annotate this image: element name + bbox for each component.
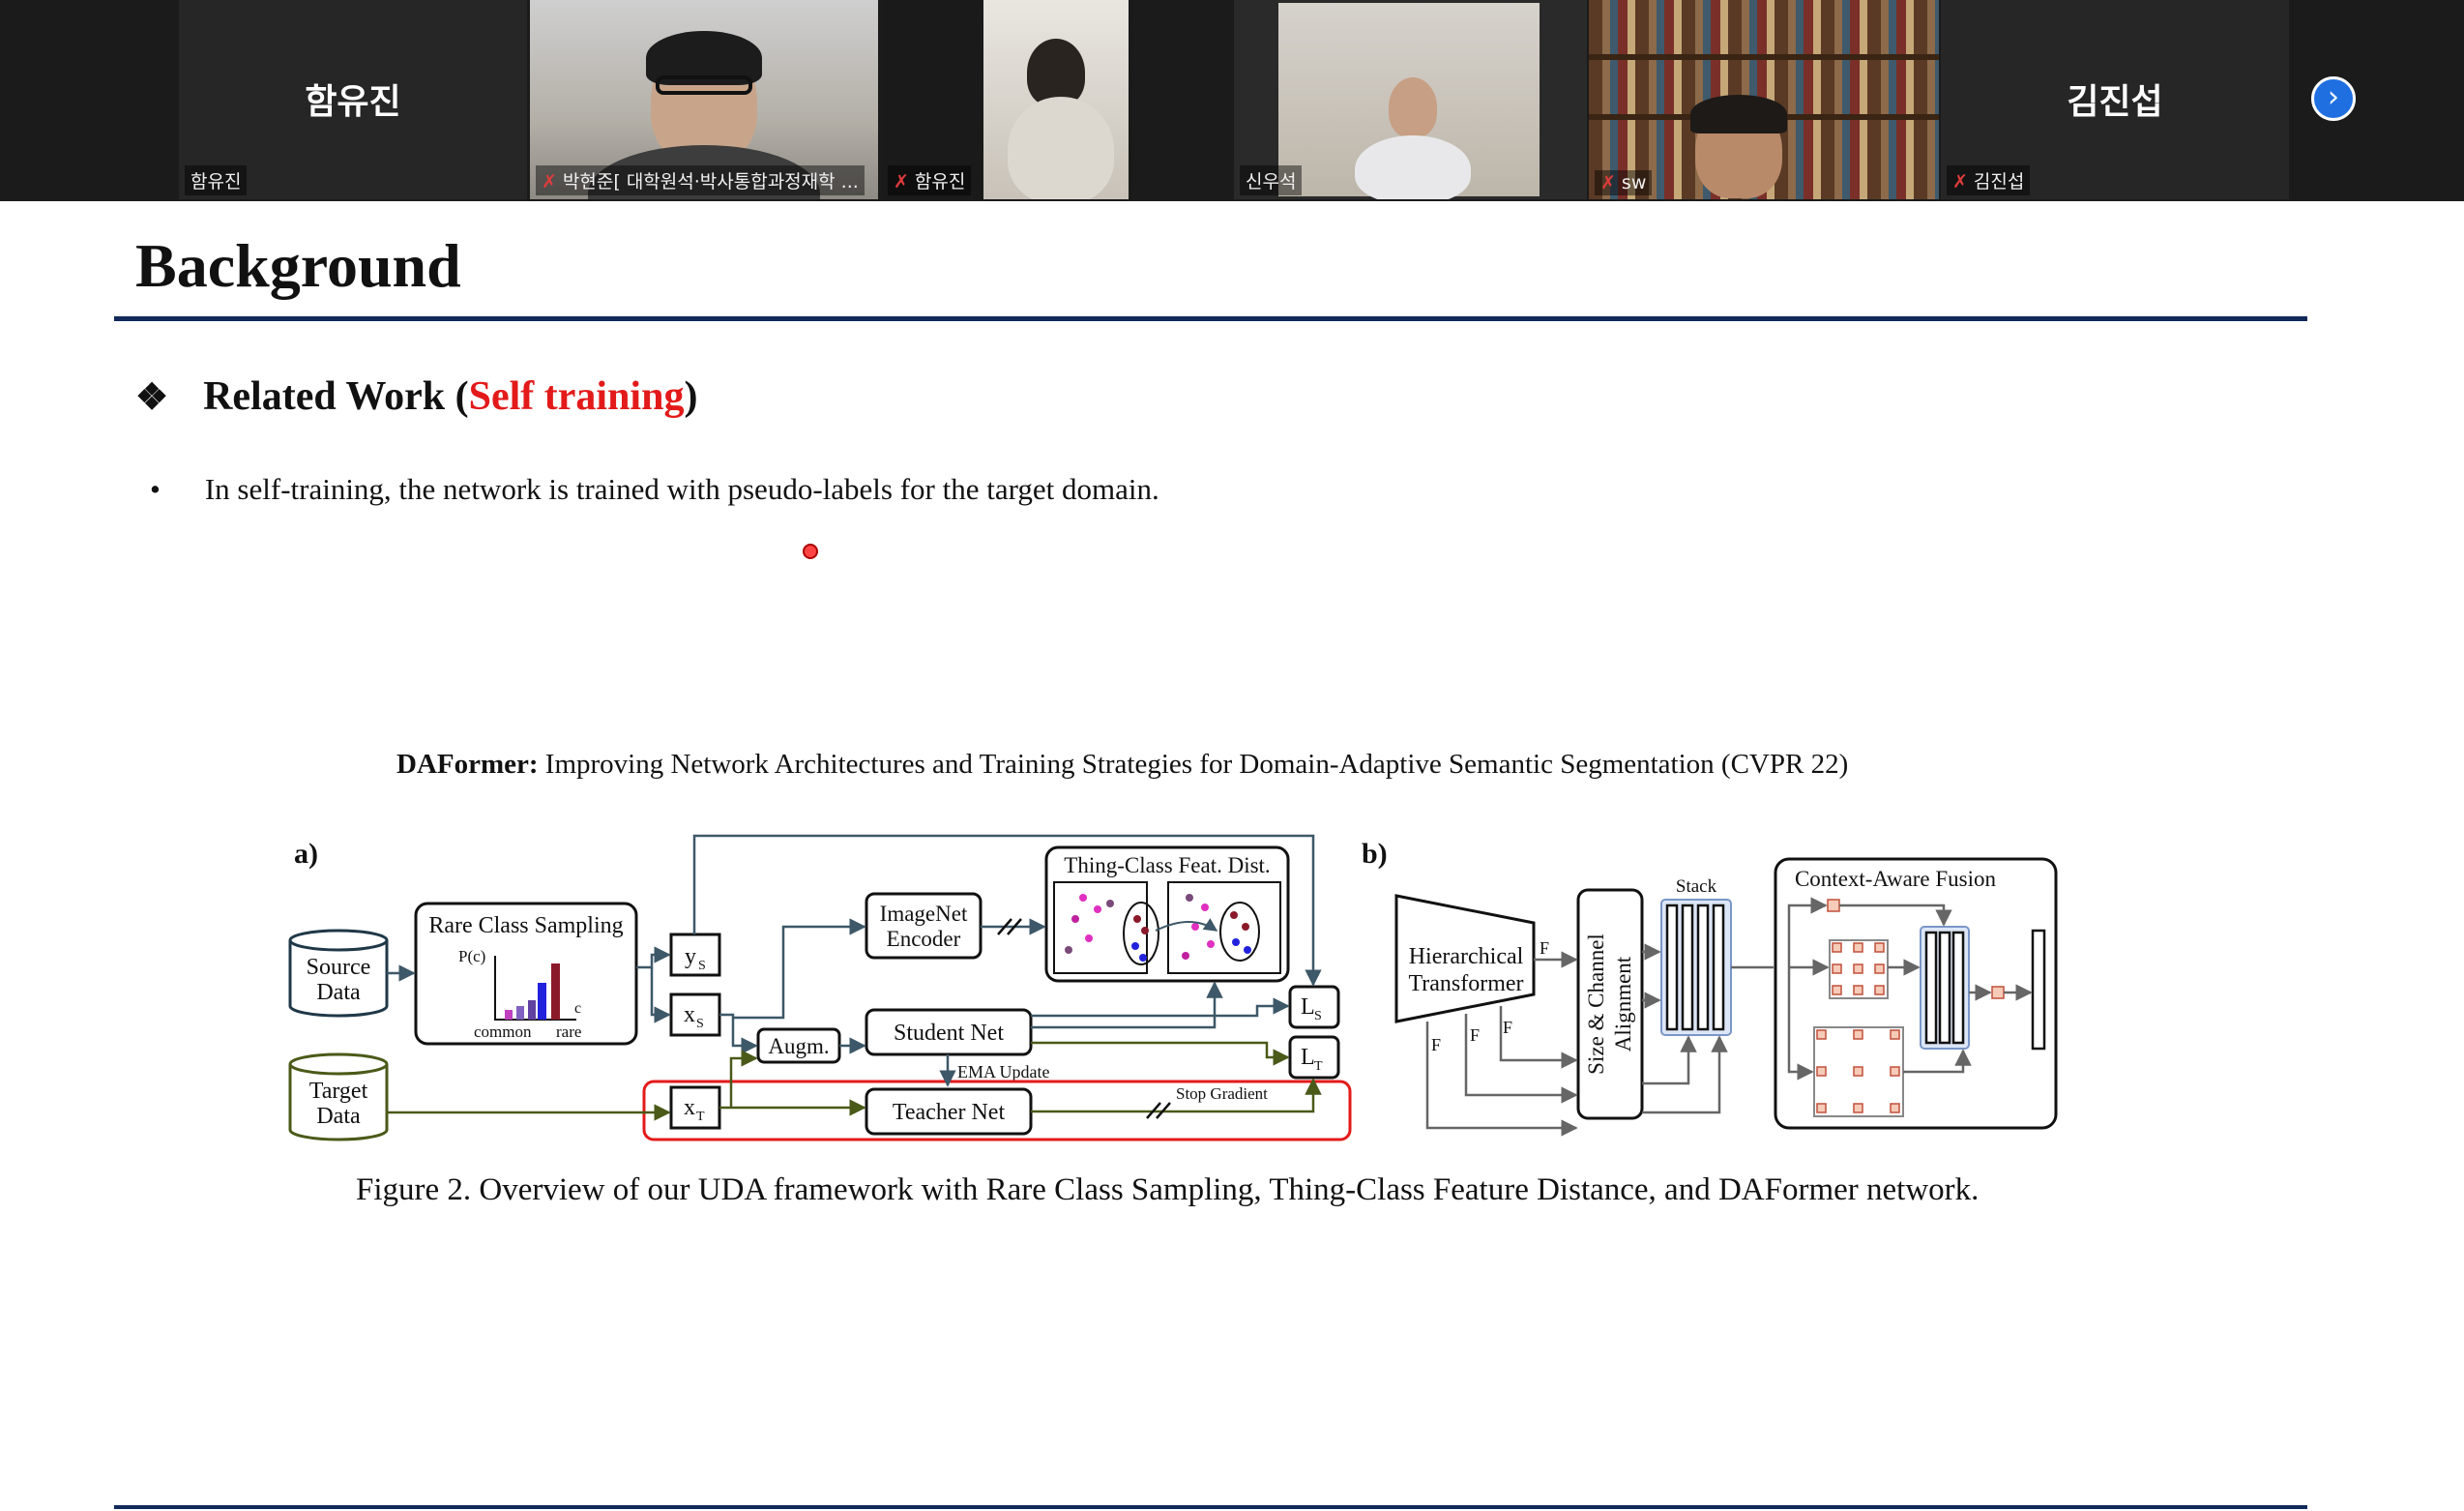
svg-text:L: L <box>1301 994 1315 1020</box>
laser-pointer-icon <box>803 544 818 559</box>
svg-text:common: common <box>474 1022 532 1041</box>
panel-a: a) Source Data Target Data Rare Class Sa… <box>288 834 1352 1141</box>
participant-caption: 함유진 <box>185 165 248 195</box>
svg-text:Encoder: Encoder <box>887 927 961 951</box>
highlight-text: Self training <box>468 374 685 419</box>
svg-text:F: F <box>1470 1025 1480 1045</box>
footer-divider <box>114 1505 2307 1509</box>
paper-citation: DAFormer: Improving Network Architecture… <box>396 749 1849 780</box>
mic-muted-icon: ✗ <box>894 171 909 193</box>
chevron-right-icon: › <box>2328 80 2339 114</box>
slide-title: Background <box>135 231 461 300</box>
participant-tile-6[interactable]: 김진섭 ✗ 김진섭 <box>1941 0 2289 199</box>
participant-caption: 신우석 <box>1240 165 1303 195</box>
mic-muted-icon: ✗ <box>542 171 557 193</box>
stop-gradient-label: Stop Gradient <box>1176 1084 1268 1103</box>
svg-text:P(c): P(c) <box>458 947 485 965</box>
stack-block: Stack <box>1660 876 1732 1036</box>
svg-text:Stack: Stack <box>1676 876 1717 897</box>
svg-text:y: y <box>685 944 696 969</box>
next-participants-button[interactable]: › <box>2311 76 2356 121</box>
figure-caption: Figure 2. Overview of our UDA framework … <box>356 1172 1980 1207</box>
svg-text:Data: Data <box>316 1104 361 1129</box>
panel-b: b) Hierarchical Transformer F F F F Size… <box>1362 838 2058 1137</box>
svg-text:Context-Aware Fusion: Context-Aware Fusion <box>1795 867 1997 891</box>
participant-caption: ✗ 박현준[ 대학원석·박사통합과정재학 ... <box>536 165 865 195</box>
panel-b-label: b) <box>1362 838 1388 870</box>
video-strip: 함유진 함유진 ✗ 박현준[ 대학원석·박사통합과정재학 ... ✗ 함유진 신우석 <box>0 0 2464 201</box>
svg-text:S: S <box>1314 1009 1322 1023</box>
thing-class-feature-distance-box: Thing-Class Feat. Dist. <box>1044 845 1290 983</box>
svg-text:Student Net: Student Net <box>894 1021 1004 1046</box>
augm-box: Augm. <box>756 1027 841 1064</box>
imagenet-encoder-box: ImageNet Encoder <box>865 892 983 960</box>
svg-text:x: x <box>684 1095 695 1120</box>
participant-caption: ✗ 김진섭 <box>1947 165 2031 195</box>
svg-text:x: x <box>684 1002 695 1027</box>
title-divider <box>114 316 2307 321</box>
participant-tile-4[interactable]: 신우석 <box>1234 0 1587 199</box>
participant-tile-3[interactable]: ✗ 함유진 <box>882 0 1133 199</box>
svg-text:F: F <box>1431 1035 1441 1054</box>
svg-text:rare: rare <box>556 1022 581 1041</box>
svg-text:Hierarchical: Hierarchical <box>1409 944 1524 969</box>
svg-text:Size & Channel: Size & Channel <box>1584 933 1608 1075</box>
svg-text:T: T <box>1314 1059 1323 1074</box>
svg-text:Data: Data <box>316 980 361 1005</box>
source-data-cylinder: Source Data <box>288 929 389 1018</box>
mic-muted-icon: ✗ <box>1600 172 1616 193</box>
svg-text:S: S <box>698 959 706 973</box>
svg-text:Source: Source <box>307 955 371 980</box>
participant-name: 김진섭 <box>2067 82 2163 122</box>
svg-text:c: c <box>574 1000 581 1017</box>
participant-tile-5[interactable]: ✗ sw <box>1589 0 1939 199</box>
size-channel-alignment-block: Size & Channel Alignment <box>1576 888 1644 1120</box>
section-heading: ❖ Related Work (Self training) <box>135 374 698 419</box>
participant-name: 함유진 <box>305 82 401 122</box>
svg-text:Rare Class Sampling: Rare Class Sampling <box>428 913 623 938</box>
loss-lt-box: L T <box>1288 1035 1340 1080</box>
svg-text:Thing-Class Feat. Dist.: Thing-Class Feat. Dist. <box>1064 853 1270 877</box>
participant-tile-2[interactable]: ✗ 박현준[ 대학원석·박사통합과정재학 ... <box>530 0 878 199</box>
svg-text:F: F <box>1503 1018 1512 1037</box>
student-net-box: Student Net <box>865 1008 1033 1056</box>
participant-caption: ✗ sw <box>1595 170 1653 195</box>
svg-text:Teacher Net: Teacher Net <box>893 1100 1006 1125</box>
loss-ls-box: L S <box>1288 985 1340 1029</box>
diamond-bullet-icon: ❖ <box>135 377 169 418</box>
svg-text:Target: Target <box>309 1079 368 1104</box>
svg-text:Alignment: Alignment <box>1611 956 1635 1052</box>
bullet-item: • In self-training, the network is traine… <box>150 472 1159 506</box>
hierarchical-transformer-block: Hierarchical Transformer <box>1394 894 1536 1023</box>
participant-tile-1[interactable]: 함유진 함유진 <box>179 0 527 199</box>
svg-text:Transformer: Transformer <box>1408 971 1523 996</box>
svg-text:F: F <box>1540 938 1549 958</box>
xs-box: x S <box>669 993 721 1037</box>
ema-update-label: EMA Update <box>957 1062 1049 1081</box>
xt-box: x T <box>669 1085 721 1130</box>
target-data-cylinder: Target Data <box>288 1052 389 1141</box>
svg-text:Augm.: Augm. <box>768 1034 829 1058</box>
bullet-dot-icon: • <box>150 472 161 506</box>
svg-text:T: T <box>696 1110 705 1124</box>
svg-text:L: L <box>1301 1045 1315 1070</box>
panel-a-label: a) <box>294 838 318 870</box>
ys-box: y S <box>669 933 721 977</box>
framework-figure: a) Source Data Target Data Rare Class Sa… <box>288 834 2058 1141</box>
mic-muted-icon: ✗ <box>1952 171 1968 193</box>
svg-text:S: S <box>696 1017 704 1031</box>
participant-caption: ✗ 함유진 <box>888 165 972 195</box>
teacher-net-box: Teacher Net <box>865 1087 1033 1136</box>
svg-text:ImageNet: ImageNet <box>880 902 968 926</box>
rare-class-sampling-box: Rare Class Sampling P(c) c common rare <box>414 902 638 1046</box>
